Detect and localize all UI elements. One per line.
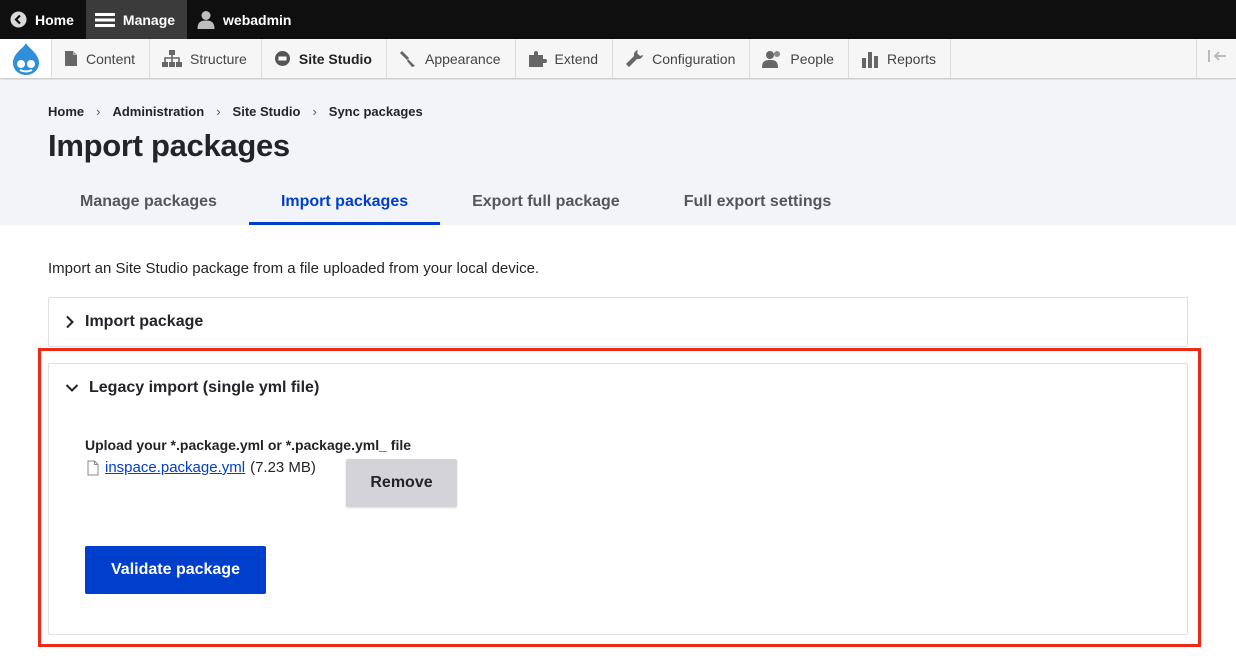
puzzle-icon xyxy=(528,50,547,68)
tray-item-content[interactable]: Content xyxy=(52,39,151,78)
legacy-import-summary[interactable]: Legacy import (single yml file) xyxy=(65,379,319,397)
tray-item-extend[interactable]: Extend xyxy=(515,39,614,78)
people-icon xyxy=(762,50,782,68)
wrench-icon xyxy=(625,49,644,68)
breadcrumb-separator: › xyxy=(216,104,221,119)
paintbrush-icon xyxy=(399,50,417,68)
tray-spacer xyxy=(951,39,1196,78)
intro-text: Import an Site Studio package from a fil… xyxy=(48,260,540,277)
toolbar-manage[interactable]: Manage xyxy=(85,0,188,39)
breadcrumb-home[interactable]: Home xyxy=(48,104,84,119)
tab-full-export-settings[interactable]: Full export settings xyxy=(652,182,864,222)
hamburger-icon xyxy=(94,12,115,28)
tray-item-label: People xyxy=(790,50,834,67)
admin-toolbar: Home Manage webadmin xyxy=(0,0,1236,39)
tray-item-label: Structure xyxy=(190,50,247,67)
sitestudio-icon xyxy=(274,50,291,67)
page-header: Home › Administration › Site Studio › Sy… xyxy=(0,80,1236,225)
import-package-summary[interactable]: Import package xyxy=(65,313,203,331)
tray-item-reports[interactable]: Reports xyxy=(848,39,951,78)
page-icon xyxy=(64,50,78,67)
toolbar-manage-label: Manage xyxy=(122,11,176,28)
upload-field-label: Upload your *.package.yml or *.package.y… xyxy=(85,437,412,453)
legacy-import-summary-label: Legacy import (single yml file) xyxy=(89,379,320,396)
collapse-tray-button[interactable] xyxy=(1196,39,1236,78)
tray-item-label: Configuration xyxy=(652,50,736,67)
breadcrumb-administration[interactable]: Administration xyxy=(112,104,204,119)
file-link[interactable]: inspace.package.yml xyxy=(105,459,245,476)
validate-package-button[interactable]: Validate package xyxy=(85,546,266,594)
page-title: Import packages xyxy=(48,128,290,163)
drupal-logo[interactable] xyxy=(0,39,52,78)
chevron-down-icon xyxy=(65,383,79,393)
tray-item-label: Reports xyxy=(886,50,936,67)
admin-tray: Content Structure Site Studio Appearance… xyxy=(0,39,1236,79)
tray-item-label: Appearance xyxy=(424,50,501,67)
breadcrumb-separator: › xyxy=(312,104,317,119)
import-package-details: Import package xyxy=(48,297,1188,347)
tray-item-label: Extend xyxy=(554,50,599,67)
breadcrumb-separator: › xyxy=(96,104,101,119)
tray-item-people[interactable]: People xyxy=(750,39,849,78)
primary-tabs: Manage packages Import packages Export f… xyxy=(48,182,863,225)
tray-item-label: Site Studio xyxy=(298,50,372,67)
tray-item-appearance[interactable]: Appearance xyxy=(386,39,516,78)
collapse-arrow-icon xyxy=(1207,49,1227,68)
toolbar-home-label: Home xyxy=(35,11,74,28)
toolbar-user[interactable]: webadmin xyxy=(187,0,303,39)
tab-export-full-package[interactable]: Export full package xyxy=(440,182,652,222)
file-size: (7.23 MB) xyxy=(250,459,316,476)
toolbar-home[interactable]: Home xyxy=(0,0,86,39)
legacy-import-details: Legacy import (single yml file) Upload y… xyxy=(48,363,1188,635)
tray-item-label: Content xyxy=(86,50,136,67)
tab-import-packages[interactable]: Import packages xyxy=(248,182,441,225)
tray-item-configuration[interactable]: Configuration xyxy=(613,39,751,78)
file-icon xyxy=(87,460,99,476)
breadcrumb-site-studio[interactable]: Site Studio xyxy=(233,104,301,119)
tab-manage-packages[interactable]: Manage packages xyxy=(48,182,249,222)
tray-item-structure[interactable]: Structure xyxy=(150,39,262,78)
uploaded-file: inspace.package.yml (7.23 MB) xyxy=(87,459,316,476)
remove-button[interactable]: Remove xyxy=(346,459,457,507)
bar-chart-icon xyxy=(861,50,879,68)
user-icon xyxy=(197,10,215,29)
breadcrumb: Home › Administration › Site Studio › Sy… xyxy=(48,104,423,119)
toolbar-user-label: webadmin xyxy=(223,11,292,28)
breadcrumb-sync-packages[interactable]: Sync packages xyxy=(329,104,423,119)
back-arrow-icon xyxy=(10,11,27,28)
import-package-summary-label: Import package xyxy=(85,313,204,330)
tray-item-site-studio[interactable]: Site Studio xyxy=(261,39,387,78)
chevron-right-icon xyxy=(65,315,75,329)
sitemap-icon xyxy=(162,50,183,67)
